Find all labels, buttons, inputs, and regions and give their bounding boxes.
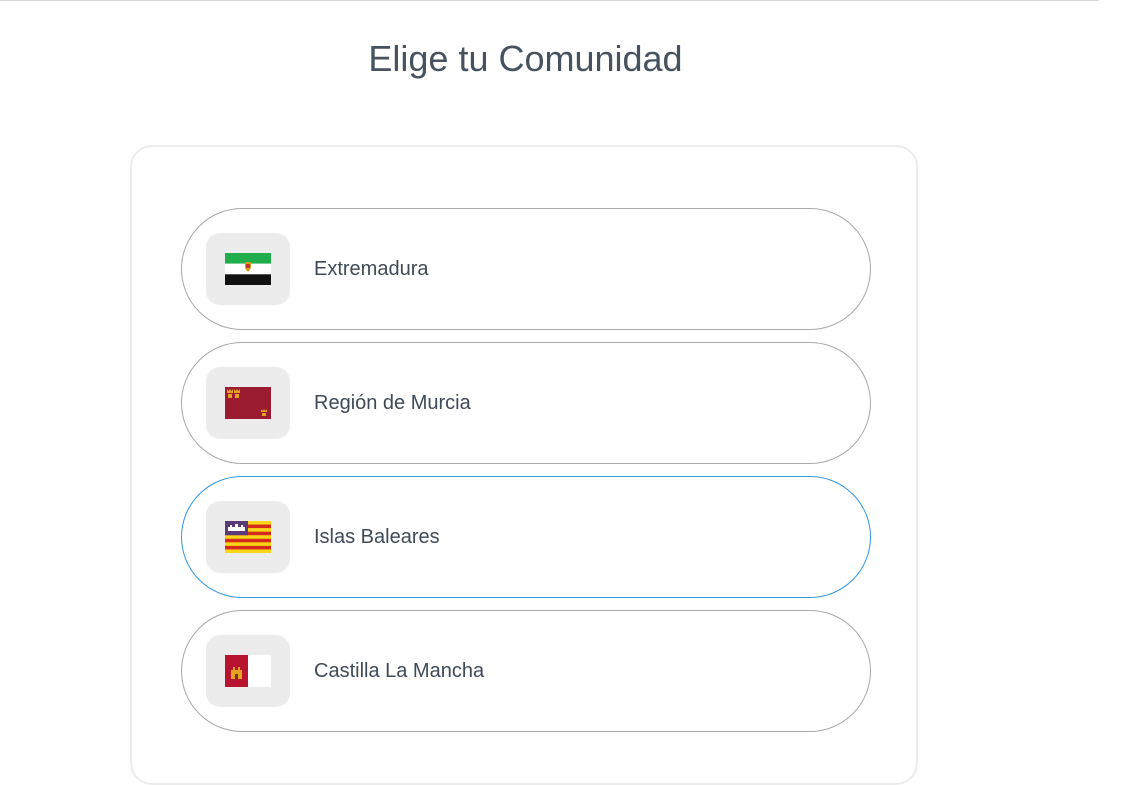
community-option-baleares[interactable]: Islas Baleares [181,476,871,598]
baleares-flag-icon [225,521,271,553]
extremadura-flag-icon [225,253,271,285]
flag-container [206,635,290,707]
flag-container [206,233,290,305]
page-title: Elige tu Comunidad [368,38,683,79]
castilla-la-mancha-flag-icon [225,655,271,687]
option-label: Región de Murcia [314,392,471,414]
option-label: Castilla La Mancha [314,660,485,682]
community-option-extremadura[interactable]: Extremadura [181,208,871,330]
murcia-flag-icon [225,387,271,419]
flag-container [206,501,290,573]
community-option-castilla-la-mancha[interactable]: Castilla La Mancha [181,610,871,732]
community-option-murcia[interactable]: Región de Murcia [181,342,871,464]
option-label: Islas Baleares [314,526,440,548]
top-divider [0,0,1099,1]
option-label: Extremadura [314,258,429,280]
flag-container [206,367,290,439]
community-list-card: Extremadura Región de Murcia Islas Balea… [130,145,918,785]
